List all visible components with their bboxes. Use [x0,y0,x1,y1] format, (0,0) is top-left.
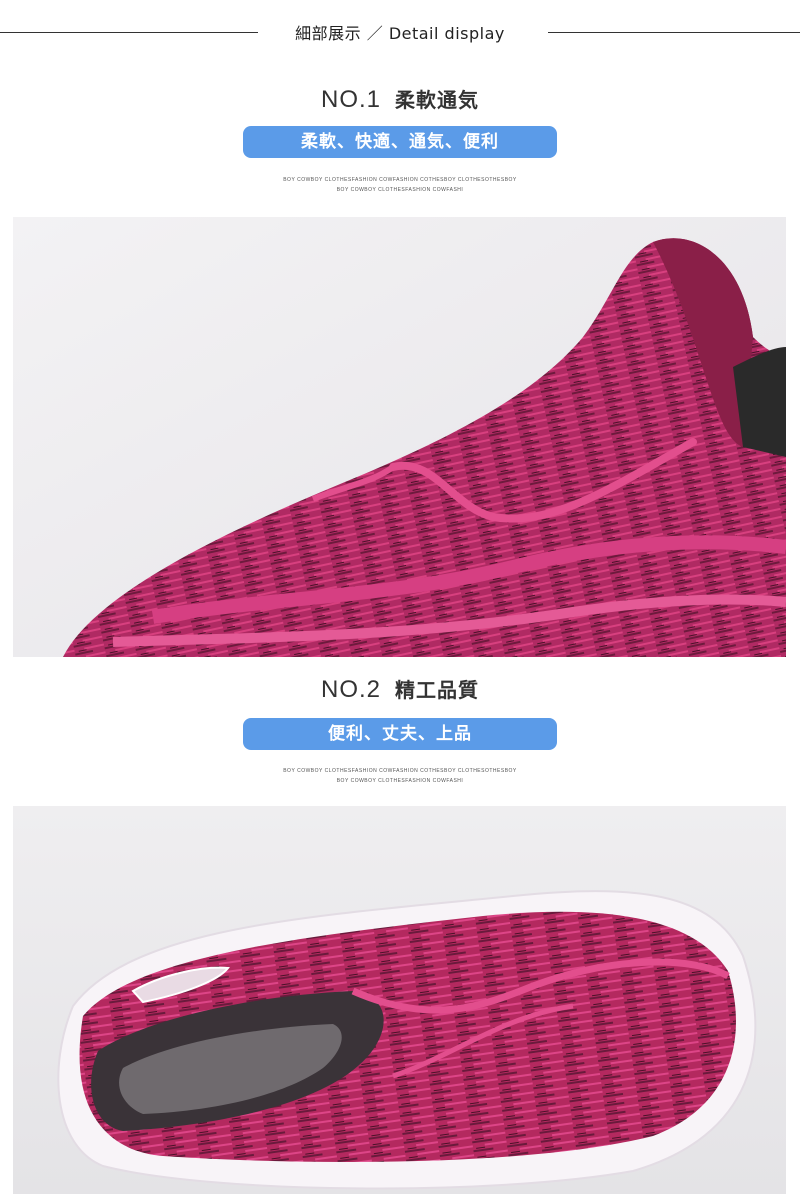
shoe-closeup-photo [13,217,786,657]
section-2-tagline-2: BOY COWBOY CLOTHESFASHION COWFASHI [336,778,464,784]
section-1-name: 柔軟通気 [395,88,479,112]
shoe-side-illustration [13,806,786,1194]
section-2-name: 精工品質 [395,678,479,702]
shoe-closeup-illustration [13,217,786,657]
section-1-number: NO.1 [320,86,381,113]
section-1-tagline-2: BOY COWBOY CLOTHESFASHION COWFASHI [336,187,464,193]
section-1-title: NO.1 柔軟通気 [0,84,800,114]
section-1-tagline-1: BOY COWBOY CLOTHESFASHION COWFASHION COT… [283,177,517,183]
section-2-tagline-1: BOY COWBOY CLOTHESFASHION COWFASHION COT… [283,768,517,774]
header-line-right [548,32,800,33]
shoe-side-photo [13,806,786,1194]
section-2-number: NO.2 [320,676,381,703]
section-2-feature-pill: 便利、丈夫、上品 [243,718,557,750]
section-2-title: NO.2 精工品質 [0,674,800,704]
section-1-feature-pill: 柔軟、快適、通気、便利 [243,126,557,158]
